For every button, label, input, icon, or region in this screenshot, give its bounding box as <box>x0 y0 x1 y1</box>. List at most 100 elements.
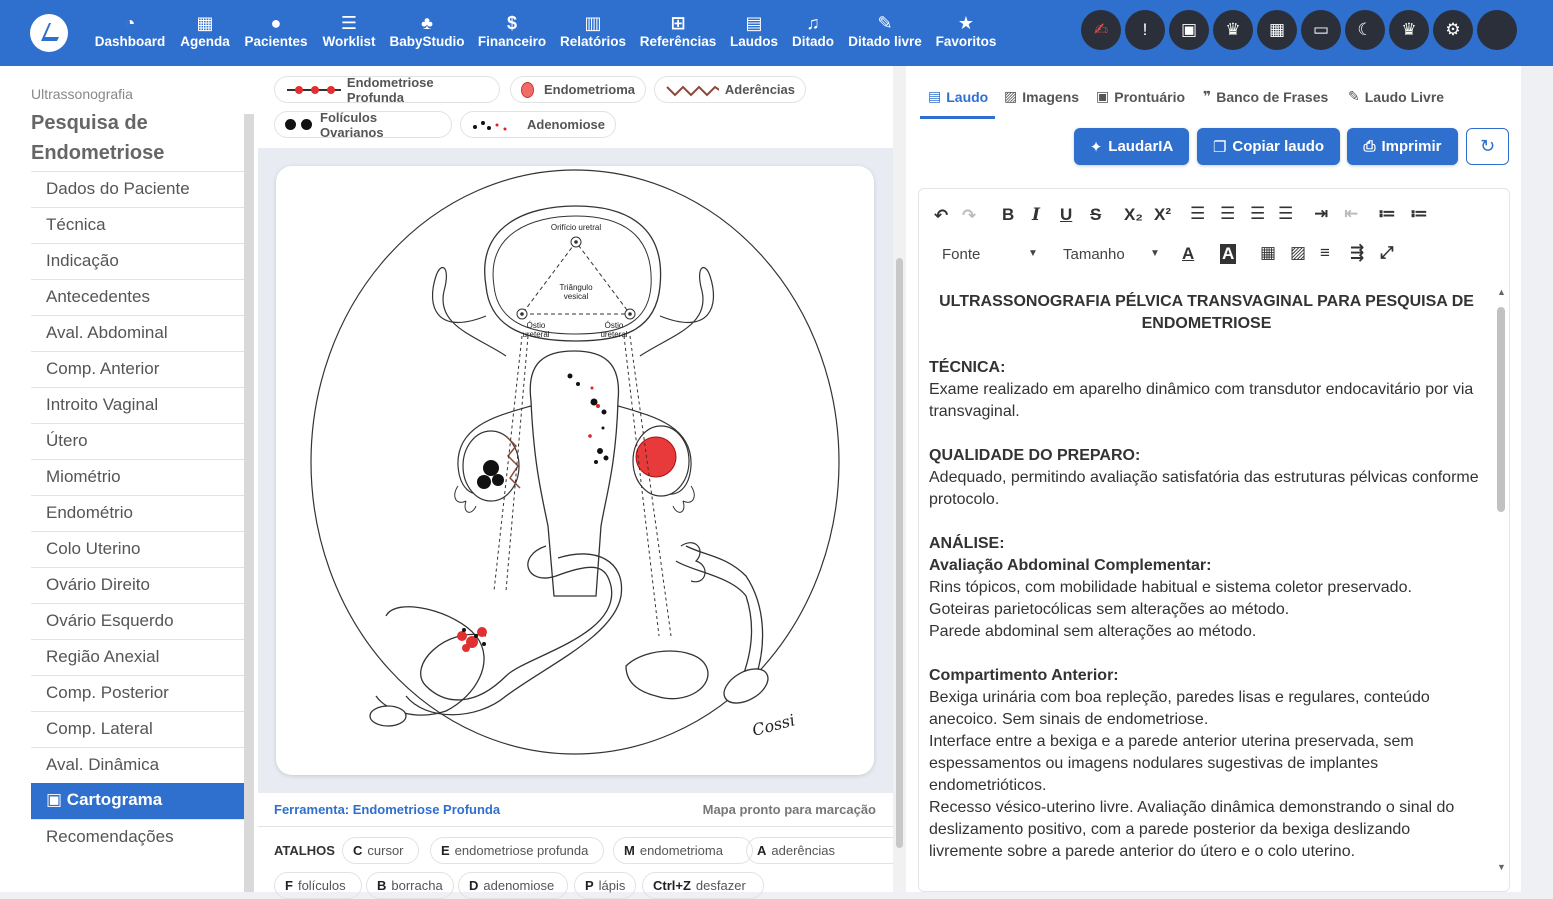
legend-endometrioma[interactable]: Endometrioma <box>510 76 646 103</box>
sidebar-item-antecedentes[interactable]: Antecedentes <box>31 279 244 315</box>
nav-ditado[interactable]: ♫ Ditado <box>792 12 834 49</box>
crown-icon[interactable]: ♛ <box>1389 10 1429 50</box>
nav-laudos[interactable]: ▤ Laudos <box>730 12 778 49</box>
sidebar-item-aval-abdominal[interactable]: Aval. Abdominal <box>31 315 244 351</box>
tab-banco-de-frases[interactable]: ❞ Banco de Frases <box>1203 88 1328 105</box>
print-button[interactable]: ⎙ Imprimir <box>1347 128 1458 165</box>
sidebar-scrollbar[interactable] <box>244 114 254 892</box>
gear-icon[interactable]: ⚙ <box>1433 10 1473 50</box>
ordered-list-icon[interactable]: ≔ <box>1378 204 1396 224</box>
sidebar-item-dados-do-paciente[interactable]: Dados do Paciente <box>31 171 244 207</box>
line-height-icon[interactable]: ⇶ <box>1350 243 1364 263</box>
nav-relatórios[interactable]: ▥ Relatórios <box>560 12 626 49</box>
nav-agenda[interactable]: ▦ Agenda <box>180 12 230 49</box>
ticket-icon[interactable]: ▭ <box>1301 10 1341 50</box>
tab-laudo-livre[interactable]: ✎ Laudo Livre <box>1348 88 1444 105</box>
sidebar-item-colo-uterino[interactable]: Colo Uterino <box>31 531 244 567</box>
shortcut-lápis[interactable]: Plápis <box>574 872 636 899</box>
legend-follicles[interactable]: Folículos Ovarianos <box>274 110 452 140</box>
clipboard-icon[interactable]: ▣ <box>1169 10 1209 50</box>
sidebar-item-recomendacoes[interactable]: Recomendações <box>31 819 244 855</box>
sidebar-item-comp-lateral[interactable]: Comp. Lateral <box>31 711 244 747</box>
text-color-icon[interactable]: A <box>1182 244 1194 264</box>
nav-financeiro[interactable]: $ Financeiro <box>478 12 546 49</box>
size-select[interactable]: Tamanho <box>1063 246 1125 263</box>
legend-adenomyosis[interactable]: Adenomiose <box>460 111 616 138</box>
folder-icon: ▣ <box>1096 88 1110 104</box>
sidebar-item-ovario-direito[interactable]: Ovário Direito <box>31 567 244 603</box>
font-select[interactable]: Fonte <box>942 246 980 263</box>
sidebar-item-comp-anterior[interactable]: Comp. Anterior <box>31 351 244 387</box>
tab-prontuario[interactable]: ▣ Prontuário <box>1096 88 1185 105</box>
alert-icon[interactable]: ! <box>1125 10 1165 50</box>
sidebar-item-miometrio[interactable]: Miométrio <box>31 459 244 495</box>
align-right-icon[interactable]: ☰ <box>1250 204 1265 224</box>
italic-icon[interactable]: I <box>1032 205 1040 225</box>
tab-imagens[interactable]: ▨ Imagens <box>1004 88 1079 105</box>
nav-dashboard[interactable]: ◔ Dashboard <box>95 12 166 49</box>
legend-deep-endometriosis[interactable]: Endometriose Profunda <box>274 75 500 105</box>
shortcut-adenomiose[interactable]: Dadenomiose <box>458 872 568 899</box>
bold-icon[interactable]: B <box>1002 205 1014 225</box>
sidebar-item-introito-vaginal[interactable]: Introito Vaginal <box>31 387 244 423</box>
highlight-color-icon[interactable]: A <box>1220 244 1237 264</box>
scroll-down-icon[interactable]: ▼ <box>1497 862 1506 872</box>
sidebar-item-comp-posterior[interactable]: Comp. Posterior <box>31 675 244 711</box>
nav-worklist[interactable]: ☰ Worklist <box>322 12 375 49</box>
nav-babystudio[interactable]: ♣ BabyStudio <box>389 12 464 49</box>
signature-icon[interactable]: ✍ <box>1081 10 1121 50</box>
undo-icon[interactable]: ↶ <box>934 206 948 226</box>
sidebar-item-ovario-esquerdo[interactable]: Ovário Esquerdo <box>31 603 244 639</box>
sidebar-item-endometrio[interactable]: Endométrio <box>31 495 244 531</box>
sidebar-item-tecnica[interactable]: Técnica <box>31 207 244 243</box>
editor-scrollbar-thumb[interactable] <box>1497 307 1505 512</box>
bullet-list-icon[interactable]: ≔ <box>1410 204 1428 224</box>
cartogram-canvas[interactable]: Orifício uretral Triângulo vesical Óstio… <box>276 166 874 775</box>
superscript-icon[interactable]: X² <box>1154 205 1171 225</box>
shortcut-cursor[interactable]: Ccursor <box>342 837 419 864</box>
center-scrollbar[interactable] <box>893 66 906 892</box>
copy-report-button[interactable]: ❐ Copiar laudo <box>1197 128 1340 165</box>
editor-scrollbar[interactable]: ▲ ▼ <box>1495 287 1507 877</box>
shortcut-borracha[interactable]: Bborracha <box>366 872 454 899</box>
sidebar-item-regiao-anexial[interactable]: Região Anexial <box>31 639 244 675</box>
crown-icon[interactable]: ♛ <box>1213 10 1253 50</box>
sidebar-item-cartograma[interactable]: ▣ Cartograma <box>31 783 244 819</box>
sidebar-item-utero[interactable]: Útero <box>31 423 244 459</box>
center-scrollbar-thumb[interactable] <box>896 258 903 848</box>
underline-icon[interactable]: U <box>1060 205 1072 225</box>
laudaria-button[interactable]: ✦ LaudarIA <box>1074 128 1189 165</box>
shortcut-folículos[interactable]: Ffolículos <box>274 872 362 899</box>
shortcut-aderências[interactable]: Aaderências <box>746 837 906 864</box>
sidebar-item-indicacao[interactable]: Indicação <box>31 243 244 279</box>
legend-adhesions[interactable]: Aderências <box>654 76 806 103</box>
moon-icon[interactable]: ☾ <box>1345 10 1385 50</box>
table-icon[interactable]: ▦ <box>1260 243 1276 263</box>
sidebar-item-aval-dinamica[interactable]: Aval. Dinâmica <box>31 747 244 783</box>
refresh-button[interactable]: ↻ <box>1466 128 1509 165</box>
outdent-icon[interactable]: ⇤ <box>1344 204 1358 224</box>
fullscreen-icon[interactable]: ⤢ <box>1380 243 1394 263</box>
shortcut-desfazer[interactable]: Ctrl+Z desfazer <box>642 872 764 899</box>
indent-icon[interactable]: ⇥ <box>1314 204 1328 224</box>
align-justify-icon[interactable]: ☰ <box>1278 204 1293 224</box>
align-left-icon[interactable]: ☰ <box>1190 204 1205 224</box>
image-icon[interactable]: ▨ <box>1290 243 1306 263</box>
strikethrough-icon[interactable]: S <box>1090 205 1101 225</box>
nav-referências[interactable]: ⊞ Referências <box>640 12 717 49</box>
shortcut-endometrioma[interactable]: Mendometrioma <box>613 837 753 864</box>
nav-ditado-livre[interactable]: ✎ Ditado livre <box>848 12 922 49</box>
redo-icon[interactable]: ↷ <box>962 206 976 226</box>
nav-pacientes[interactable]: ● Pacientes <box>244 12 307 49</box>
building-icon[interactable]: ▦ <box>1257 10 1297 50</box>
report-content[interactable]: ULTRASSONOGRAFIA PÉLVICA TRANSVAGINAL PA… <box>929 291 1484 863</box>
avatar[interactable] <box>1477 10 1517 50</box>
scroll-up-icon[interactable]: ▲ <box>1497 287 1506 297</box>
app-logo[interactable] <box>30 14 68 52</box>
subscript-icon[interactable]: X₂ <box>1124 205 1143 225</box>
horizontal-rule-icon[interactable]: ≡ <box>1320 243 1330 263</box>
nav-favoritos[interactable]: ★ Favoritos <box>936 12 997 49</box>
shortcut-endometriose-profunda[interactable]: Eendometriose profunda <box>430 837 604 864</box>
align-center-icon[interactable]: ☰ <box>1220 204 1235 224</box>
tab-laudo[interactable]: ▤ Laudo <box>928 88 988 105</box>
